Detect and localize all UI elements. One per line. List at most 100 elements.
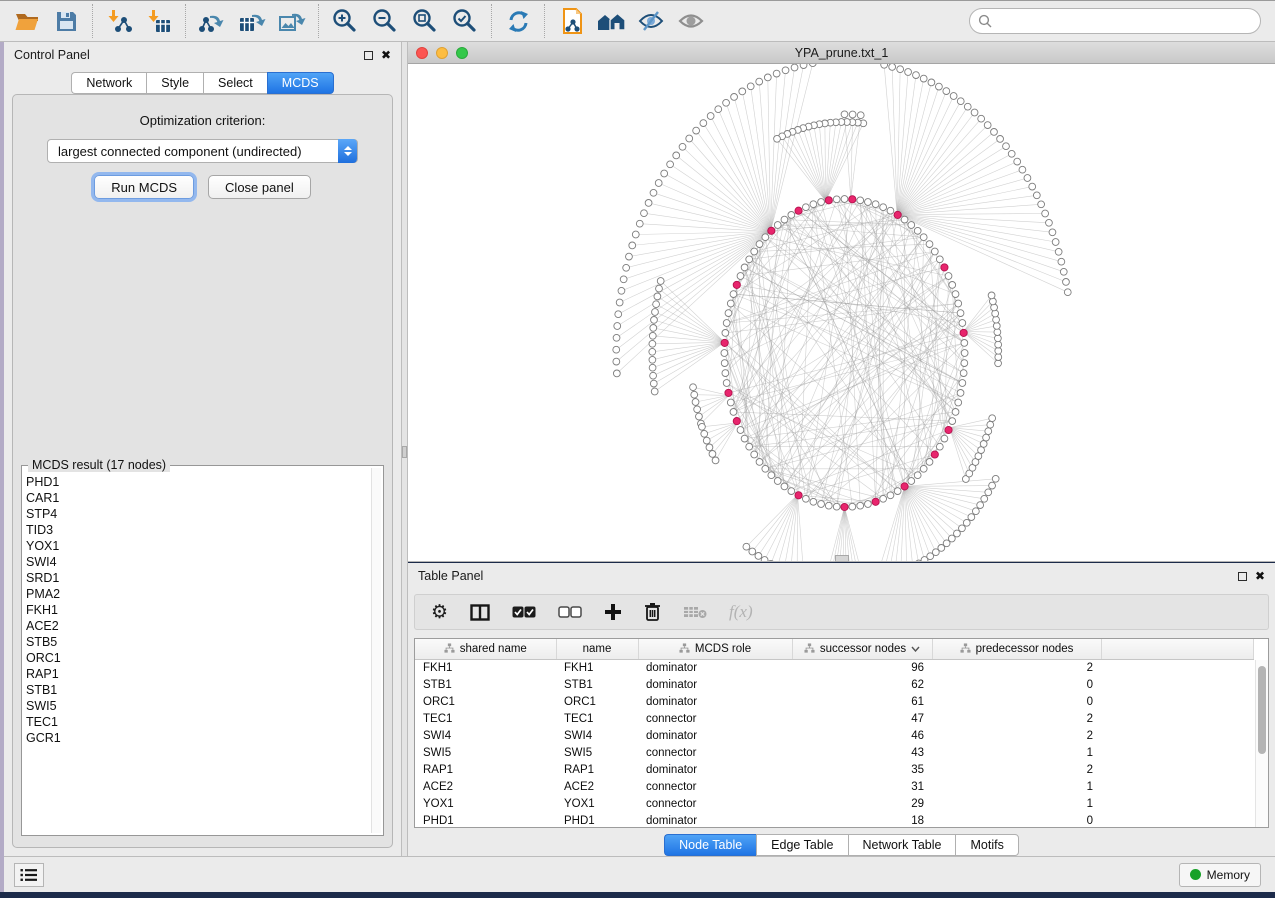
column-header-name[interactable]: name bbox=[556, 639, 638, 659]
export-network-icon[interactable] bbox=[192, 5, 232, 37]
table-scrollbar[interactable] bbox=[1255, 660, 1268, 827]
table-panel: Table Panel ✖ ⚙ bbox=[408, 563, 1275, 856]
table-row[interactable]: PHD1PHD1dominator180 bbox=[415, 812, 1253, 828]
save-session-icon[interactable] bbox=[46, 5, 86, 37]
refresh-icon[interactable] bbox=[498, 5, 538, 37]
tab-motifs[interactable]: Motifs bbox=[955, 834, 1018, 856]
table-row[interactable]: STB1STB1dominator620 bbox=[415, 676, 1253, 693]
table-panel-tabs: Node TableEdge TableNetwork TableMotifs bbox=[408, 834, 1275, 856]
horizontal-split-grabber[interactable] bbox=[835, 555, 849, 562]
table-row[interactable]: SWI5SWI5connector431 bbox=[415, 744, 1253, 761]
close-panel-icon[interactable]: ✖ bbox=[381, 49, 391, 61]
show-graphics-icon[interactable] bbox=[671, 5, 711, 37]
table-panel-title: Table Panel bbox=[418, 569, 483, 583]
search-input[interactable] bbox=[998, 14, 1252, 28]
tab-network[interactable]: Network bbox=[71, 72, 146, 94]
optimization-criterion-label: Optimization criterion: bbox=[19, 113, 386, 128]
mcds-result-scrollbar[interactable] bbox=[371, 468, 381, 833]
tab-network-table[interactable]: Network Table bbox=[848, 834, 956, 856]
criterion-selected-value: largest connected component (undirected) bbox=[58, 144, 302, 159]
mcds-result-item[interactable]: STB5 bbox=[26, 634, 369, 650]
mcds-result-item[interactable]: STB1 bbox=[26, 682, 369, 698]
zoom-selected-icon[interactable] bbox=[445, 5, 485, 37]
export-table-icon[interactable] bbox=[232, 5, 272, 37]
network-canvas[interactable] bbox=[408, 64, 1275, 562]
tab-select[interactable]: Select bbox=[203, 72, 267, 94]
main-toolbar bbox=[0, 0, 1275, 42]
function-builder-icon: f(x) bbox=[729, 602, 753, 622]
attribute-type-icon bbox=[444, 643, 455, 654]
show-columns-icon[interactable] bbox=[470, 604, 490, 621]
status-bar: Memory bbox=[4, 856, 1275, 892]
mcds-result-item[interactable]: SWI5 bbox=[26, 698, 369, 714]
mcds-result-item[interactable]: FKH1 bbox=[26, 602, 369, 618]
table-toolbar: ⚙ f(x) bbox=[414, 594, 1269, 630]
mcds-result-item[interactable]: CAR1 bbox=[26, 490, 369, 506]
open-file-icon[interactable] bbox=[6, 5, 46, 37]
mcds-result-item[interactable]: PMA2 bbox=[26, 586, 369, 602]
column-header-predecessor-nodes[interactable]: predecessor nodes bbox=[932, 639, 1101, 659]
table-row[interactable]: ACE2ACE2connector311 bbox=[415, 778, 1253, 795]
import-table-icon[interactable] bbox=[139, 5, 179, 37]
vertical-split-divider[interactable] bbox=[401, 42, 408, 856]
close-table-panel-icon[interactable]: ✖ bbox=[1255, 570, 1265, 582]
close-panel-button[interactable]: Close panel bbox=[208, 175, 311, 199]
mcds-result-title: MCDS result (17 nodes) bbox=[28, 458, 170, 472]
mcds-result-item[interactable]: RAP1 bbox=[26, 666, 369, 682]
node-table-grid[interactable]: shared namenameMCDS rolesuccessor nodesp… bbox=[415, 639, 1254, 828]
zoom-in-icon[interactable] bbox=[325, 5, 365, 37]
zoom-fit-icon[interactable] bbox=[405, 5, 445, 37]
vertical-split-grabber[interactable] bbox=[402, 446, 407, 458]
network-graph[interactable] bbox=[408, 64, 1275, 561]
table-options-icon[interactable]: ⚙ bbox=[431, 603, 448, 622]
mcds-result-item[interactable]: ACE2 bbox=[26, 618, 369, 634]
deselect-all-icon[interactable] bbox=[558, 606, 582, 618]
table-row[interactable]: FKH1FKH1dominator962 bbox=[415, 659, 1253, 676]
tab-mcds[interactable]: MCDS bbox=[267, 72, 334, 94]
mcds-result-group: MCDS result (17 nodes) PHD1CAR1STP4TID3Y… bbox=[21, 465, 384, 836]
import-network-icon[interactable] bbox=[99, 5, 139, 37]
graph-leaf-nodes[interactable] bbox=[613, 64, 1071, 561]
table-row[interactable]: RAP1RAP1dominator352 bbox=[415, 761, 1253, 778]
table-row[interactable]: TEC1TEC1connector472 bbox=[415, 710, 1253, 727]
table-row[interactable]: ORC1ORC1dominator610 bbox=[415, 693, 1253, 710]
criterion-select[interactable]: largest connected component (undirected) bbox=[47, 139, 358, 163]
homes-icon[interactable] bbox=[591, 5, 631, 37]
delete-column-icon[interactable] bbox=[644, 602, 661, 622]
mcds-result-item[interactable]: STP4 bbox=[26, 506, 369, 522]
mcds-result-item[interactable]: ORC1 bbox=[26, 650, 369, 666]
mcds-result-list[interactable]: PHD1CAR1STP4TID3YOX1SWI4SRD1PMA2FKH1ACE2… bbox=[26, 474, 369, 833]
column-header-MCDS-role[interactable]: MCDS role bbox=[638, 639, 792, 659]
mcds-result-item[interactable]: SWI4 bbox=[26, 554, 369, 570]
mcds-result-item[interactable]: YOX1 bbox=[26, 538, 369, 554]
zoom-out-icon[interactable] bbox=[365, 5, 405, 37]
tab-edge-table[interactable]: Edge Table bbox=[756, 834, 847, 856]
hide-graphics-icon[interactable] bbox=[631, 5, 671, 37]
add-column-icon[interactable] bbox=[604, 603, 622, 621]
network-document-icon[interactable] bbox=[551, 5, 591, 37]
mcds-result-item[interactable]: TID3 bbox=[26, 522, 369, 538]
tab-style[interactable]: Style bbox=[146, 72, 203, 94]
control-panel-tabs: NetworkStyleSelectMCDS bbox=[4, 72, 401, 94]
delete-table-icon bbox=[683, 605, 707, 619]
mcds-result-item[interactable]: PHD1 bbox=[26, 474, 369, 490]
table-scrollbar-thumb[interactable] bbox=[1258, 666, 1266, 754]
table-row[interactable]: YOX1YOX1connector291 bbox=[415, 795, 1253, 812]
column-header-shared-name[interactable]: shared name bbox=[415, 639, 556, 659]
control-panel: Control Panel ✖ NetworkStyleSelectMCDS O… bbox=[4, 42, 401, 856]
mcds-result-item[interactable]: SRD1 bbox=[26, 570, 369, 586]
run-mcds-button[interactable]: Run MCDS bbox=[94, 175, 194, 199]
float-panel-icon[interactable] bbox=[364, 51, 373, 60]
column-header-successor-nodes[interactable]: successor nodes bbox=[792, 639, 932, 659]
table-row[interactable]: SWI4SWI4dominator462 bbox=[415, 727, 1253, 744]
float-table-panel-icon[interactable] bbox=[1238, 572, 1247, 581]
column-header-empty[interactable] bbox=[1101, 639, 1253, 659]
export-image-icon[interactable] bbox=[272, 5, 312, 37]
mcds-result-item[interactable]: GCR1 bbox=[26, 730, 369, 746]
memory-button[interactable]: Memory bbox=[1179, 863, 1261, 887]
tab-node-table[interactable]: Node Table bbox=[664, 834, 756, 856]
select-all-icon[interactable] bbox=[512, 606, 536, 618]
task-history-icon[interactable] bbox=[14, 863, 44, 887]
attribute-type-icon bbox=[960, 643, 971, 654]
mcds-result-item[interactable]: TEC1 bbox=[26, 714, 369, 730]
